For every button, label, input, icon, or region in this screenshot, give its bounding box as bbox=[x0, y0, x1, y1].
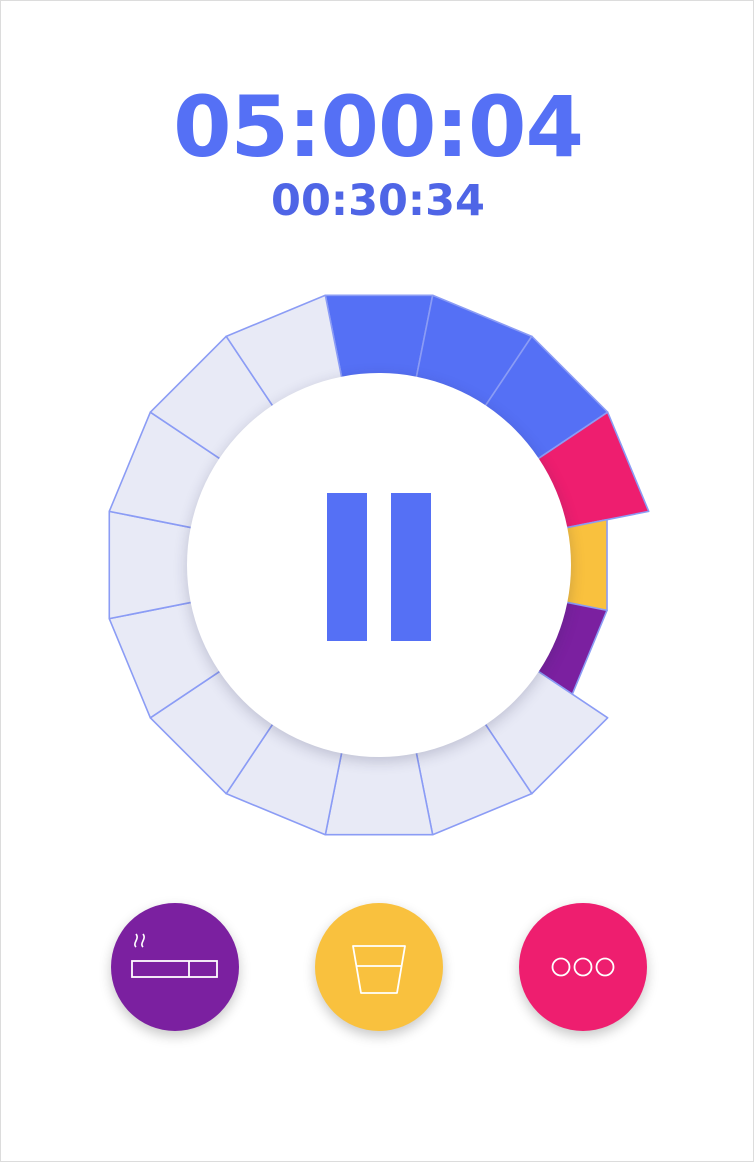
more-options-button[interactable] bbox=[519, 903, 647, 1031]
dial-segment-empty bbox=[108, 510, 198, 620]
more-icon bbox=[551, 957, 615, 977]
cigarette-icon bbox=[131, 933, 218, 978]
pause-button[interactable] bbox=[187, 373, 571, 757]
app-screen: 05:00:04 00:30:34 bbox=[0, 0, 754, 1162]
interval-timer: 00:30:34 bbox=[271, 176, 485, 226]
total-timer: 05:00:04 bbox=[173, 78, 584, 176]
dial-segment-empty bbox=[324, 746, 434, 836]
pause-icon-right-bar bbox=[391, 493, 431, 641]
dial-segment-filled bbox=[324, 294, 434, 384]
log-drink-button[interactable] bbox=[315, 903, 443, 1031]
pause-icon-left-bar bbox=[327, 493, 367, 641]
log-cigarette-button[interactable] bbox=[111, 903, 239, 1031]
glass-icon bbox=[352, 945, 406, 994]
